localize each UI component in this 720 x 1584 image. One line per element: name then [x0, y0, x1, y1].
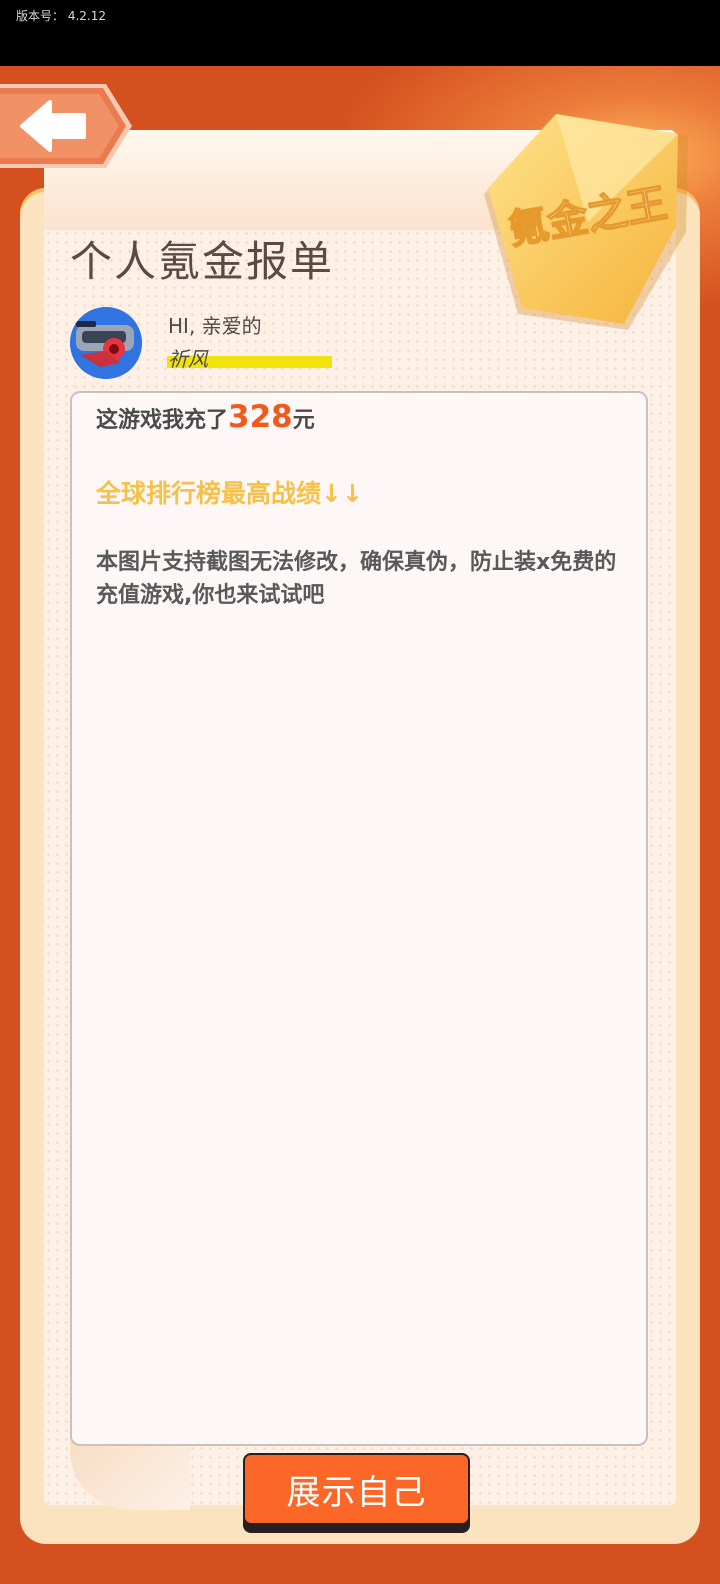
description-text: 本图片支持截图无法修改，确保真伪，防止装x免费的充值游戏,你也来试试吧	[96, 550, 617, 608]
vip-badge: 氪金之王	[478, 112, 700, 336]
recharge-amount: 328	[228, 399, 293, 435]
robot-avatar-icon	[70, 307, 142, 379]
user-name: 祈风	[168, 347, 208, 371]
status-bar: 版本号： 4.2.12	[0, 0, 720, 66]
back-arrow-icon	[0, 84, 132, 168]
rank-heading: 全球排行榜最高战绩↓↓	[96, 479, 363, 508]
recharge-unit: 元	[292, 408, 315, 433]
show-yourself-label: 展示自己	[243, 1453, 470, 1525]
version-label: 版本号： 4.2.12	[16, 9, 106, 23]
show-yourself-button[interactable]: 展示自己	[243, 1453, 470, 1533]
recharge-prefix: 这游戏我充了	[96, 408, 229, 433]
recharge-summary: 这游戏我充了328元	[96, 399, 315, 435]
greeting-text: HI, 亲爱的	[168, 314, 262, 338]
back-button[interactable]	[0, 80, 134, 172]
avatar[interactable]	[70, 307, 142, 379]
page-title: 个人氪金报单	[70, 237, 335, 286]
